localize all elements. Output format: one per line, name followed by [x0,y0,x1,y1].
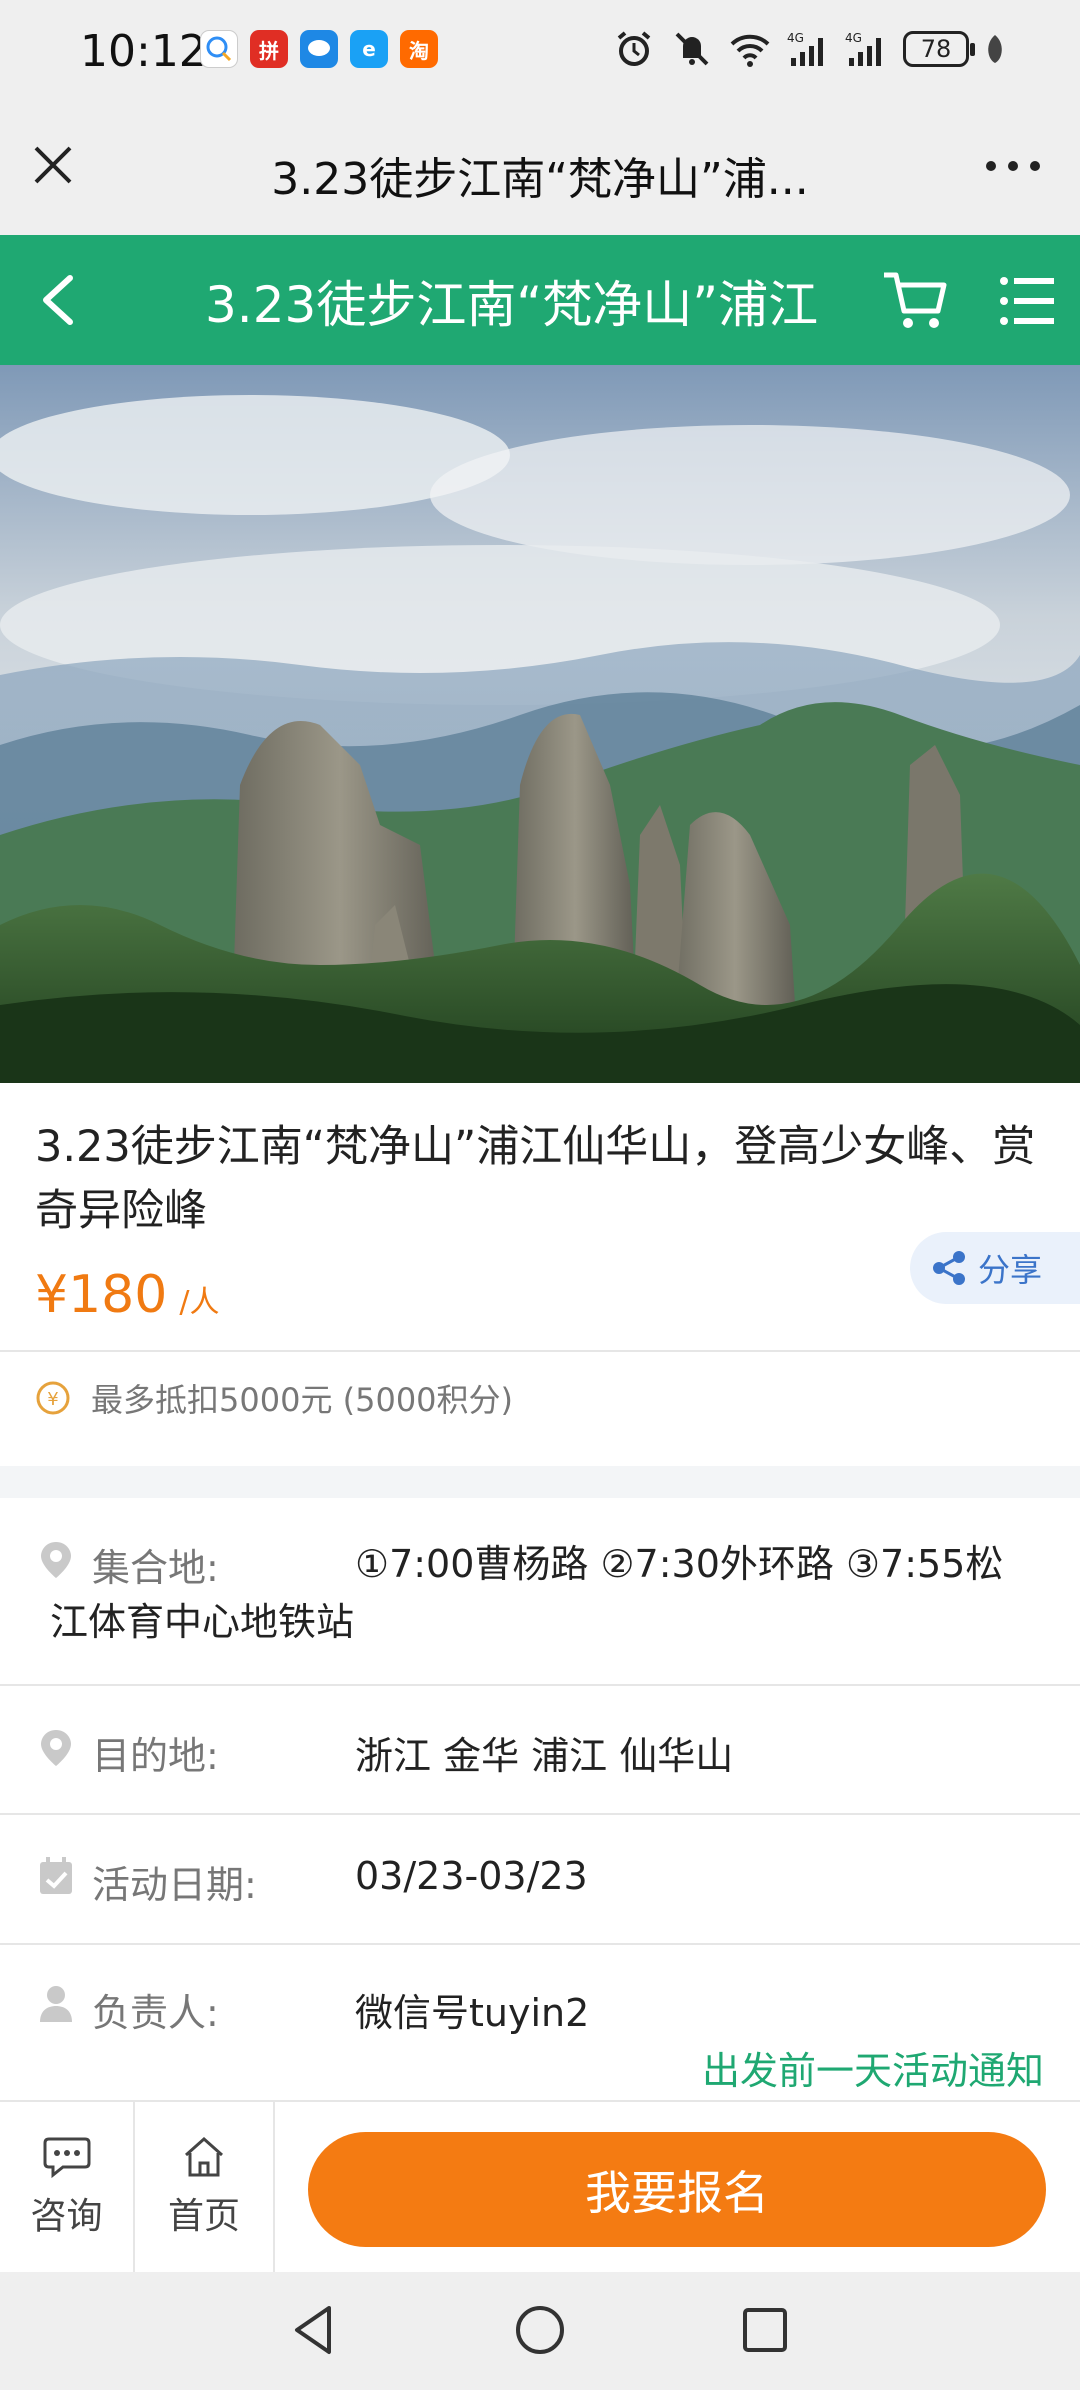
status-time: 10:12 [80,26,207,77]
product-title: 3.23徒步江南“梵净山”浦江仙华山，登高少女峰、赏奇异险峰 [35,1122,1036,1236]
home-label: 首页 [167,2196,240,2237]
destination-value: 浙江 金华 浦江 仙华山 [355,1734,734,1778]
svg-text:¥: ¥ [47,1389,58,1410]
signal-4g-2-icon: 4G [845,31,881,66]
divider [0,1813,1080,1815]
qq-browser-icon [200,30,238,68]
price-block: ¥180 /人 [35,1265,219,1325]
hero-image [0,365,1080,1083]
page: 10:12 拼 e 淘 4G 4G 78 3.23徒步江南“梵净山”浦... 3… [0,0,1080,2390]
svg-text:4G: 4G [787,31,804,45]
divider [0,1684,1080,1686]
nav-back-icon[interactable] [285,2300,345,2360]
status-indicators: 4G 4G 78 [613,28,1005,70]
consult-label: 咨询 [30,2196,103,2237]
coin-icon: ¥ [36,1381,70,1415]
battery-indicator: 78 [903,31,975,67]
alarm-icon [617,31,651,66]
system-nav-bar [0,2272,1080,2390]
browser-title: 3.23徒步江南“梵净山”浦... [271,154,809,205]
leader-value: 微信号tuyin2 [355,1991,590,2035]
person-icon [40,1986,72,2022]
taobao-icon: 淘 [400,30,438,68]
destination-label: 目的地: [92,1734,219,1778]
section-gap [0,1466,1080,1498]
points-deduction: ¥ 最多抵扣5000元 (5000积分) [35,1375,513,1421]
nav-home-icon[interactable] [510,2300,570,2360]
back-arrow-icon[interactable] [30,270,90,330]
pinduoduo-icon: 拼 [250,30,288,68]
share-icon [933,1251,965,1285]
message-icon [300,30,338,68]
status-bar: 10:12 拼 e 淘 4G 4G 78 [0,0,1080,105]
app-header: 3.23徒步江南“梵净山”浦江 [0,235,1080,365]
share-label: 分享 [978,1251,1043,1289]
meeting-value: ①7:00曹杨路 ②7:30外环路 ③7:55松江体育中心地铁站 [50,1542,1004,1644]
ele-icon: e [350,30,388,68]
share-button[interactable]: 分享 [910,1232,1080,1304]
svg-text:4G: 4G [845,31,862,45]
close-icon[interactable] [28,140,78,190]
date-label: 活动日期: [92,1863,257,1907]
signal-4g-icon: 4G [787,31,823,66]
bottom-action-bar: 咨询 首页 我要报名 [0,2100,1080,2272]
mute-icon [675,32,709,66]
browser-title-bar: 3.23徒步江南“梵净山”浦... [0,105,1080,235]
location-pin-icon [41,1730,71,1766]
home-button[interactable]: 首页 [135,2102,275,2272]
cart-icon[interactable] [880,265,950,335]
chat-icon [43,2137,90,2179]
wifi-icon [730,34,770,67]
divider [0,1943,1080,1945]
price-unit: /人 [179,1285,220,1320]
date-value: 03/23-03/23 [355,1854,588,1898]
price-value: ¥180 [35,1265,168,1325]
consult-button[interactable]: 咨询 [0,2102,135,2272]
leaf-icon [988,35,1002,63]
home-icon [185,2136,223,2177]
calendar-icon [40,1857,72,1894]
notice-text: 出发前一天活动通知 [701,2049,1044,2093]
header-title: 3.23徒步江南“梵净山”浦江 [205,276,819,334]
more-options-icon[interactable] [986,161,1040,171]
menu-icon[interactable] [998,273,1058,329]
status-app-icons: 拼 e 淘 [200,30,438,68]
signup-button[interactable]: 我要报名 [308,2132,1046,2247]
leader-label: 负责人: [92,1991,219,2035]
nav-recents-icon[interactable] [735,2300,795,2360]
divider [0,1350,1080,1352]
points-text: 最多抵扣5000元 (5000积分) [91,1381,514,1419]
